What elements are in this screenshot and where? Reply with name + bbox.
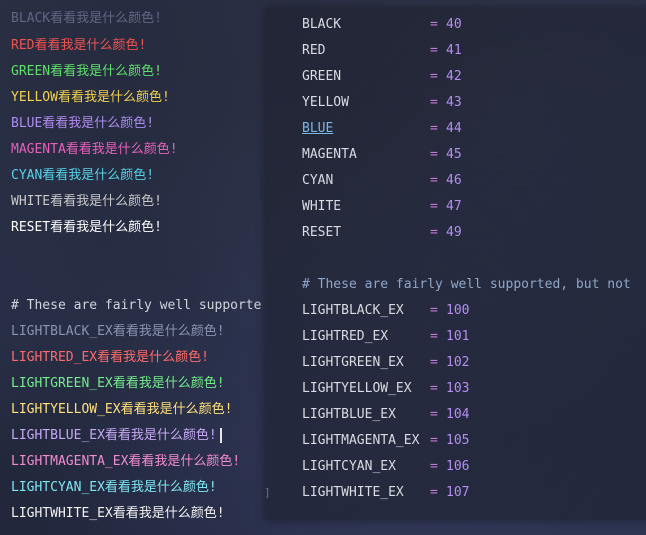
- const-value: 46: [446, 173, 462, 188]
- code-line-blue[interactable]: BLUE: [302, 121, 333, 137]
- code-line-lightyellow: LIGHTYELLOW_EX: [302, 381, 412, 397]
- const-value: 42: [446, 69, 462, 84]
- const-name: LIGHTMAGENTA_EX: [302, 433, 420, 448]
- const-name: LIGHTBLACK_EX: [302, 303, 404, 318]
- terminal-line-black: BLACK看看我是什么颜色!: [11, 11, 162, 26]
- const-name: MAGENTA: [302, 147, 357, 162]
- const-value: 101: [446, 329, 470, 344]
- code-line-lightcyan: LIGHTCYAN_EX: [302, 459, 396, 475]
- code-comment: # These are fairly well supported, but n…: [302, 277, 631, 292]
- const-name: LIGHTRED_EX: [302, 329, 389, 344]
- terminal-line-yellow: YELLOW看看我是什么颜色!: [11, 90, 170, 105]
- equals-sign: =: [430, 303, 438, 318]
- equals-sign: =: [430, 199, 438, 214]
- code-line-cyan: CYAN: [302, 173, 333, 189]
- terminal-line-lightblue-text: LIGHTBLUE_EX看看我是什么颜色!: [11, 428, 217, 443]
- code-line-lightred: LIGHTRED_EX: [302, 329, 388, 345]
- const-name: RESET: [302, 225, 342, 240]
- terminal-line-lightwhite: LIGHTWHITE_EX看看我是什么颜色!: [11, 506, 225, 521]
- const-name: LIGHTGREEN_EX: [302, 355, 404, 370]
- const-value: 105: [446, 433, 470, 448]
- terminal-line-lightmagenta: LIGHTMAGENTA_EX看看我是什么颜色!: [11, 454, 241, 469]
- const-name: LIGHTBLUE_EX: [302, 407, 396, 422]
- const-value: 107: [446, 485, 470, 500]
- const-value: 100: [446, 303, 470, 318]
- code-line-green: GREEN: [302, 69, 341, 85]
- terminal-line-lightblue: LIGHTBLUE_EX看看我是什么颜色!: [11, 428, 222, 444]
- terminal-comment: # These are fairly well supporte: [11, 298, 262, 313]
- code-line-red: RED: [302, 43, 325, 59]
- const-name: YELLOW: [302, 95, 349, 110]
- terminal-line-blue: BLUE看看我是什么颜色!: [11, 116, 155, 131]
- equals-sign: =: [430, 69, 438, 84]
- terminal-line-green: GREEN看看我是什么颜色!: [11, 64, 162, 79]
- equals-sign: =: [430, 407, 438, 422]
- const-value: 104: [446, 407, 470, 422]
- const-value: 103: [446, 381, 470, 396]
- const-name-link[interactable]: BLUE: [302, 121, 333, 136]
- terminal-line-reset: RESET看看我是什么颜色!: [11, 220, 162, 235]
- const-value: 43: [446, 95, 462, 110]
- code-line-lightblue: LIGHTBLUE_EX: [302, 407, 396, 423]
- terminal-line-magenta: MAGENTA看看我是什么颜色!: [11, 142, 178, 157]
- const-value: 102: [446, 355, 470, 370]
- code-line-black: BLACK: [302, 17, 341, 33]
- gutter-bracket-mark: ]: [264, 486, 271, 499]
- equals-sign: =: [430, 43, 438, 58]
- code-line-lightwhite: LIGHTWHITE_EX: [302, 485, 404, 501]
- code-line-lightmagenta: LIGHTMAGENTA_EX: [302, 433, 419, 449]
- const-name: WHITE: [302, 199, 342, 214]
- const-name: RED: [302, 43, 326, 58]
- code-line-yellow: YELLOW: [302, 95, 349, 111]
- const-name: CYAN: [302, 173, 334, 188]
- code-line-reset: RESET: [302, 225, 341, 241]
- terminal-line-lightblack: LIGHTBLACK_EX看看我是什么颜色!: [11, 324, 225, 339]
- equals-sign: =: [430, 381, 438, 396]
- terminal-output[interactable]: BLACK看看我是什么颜色! RED看看我是什么颜色! GREEN看看我是什么颜…: [0, 0, 270, 535]
- equals-sign: =: [430, 459, 438, 474]
- equals-sign: =: [430, 329, 438, 344]
- const-value: 49: [446, 225, 462, 240]
- equals-sign: =: [430, 225, 438, 240]
- text-cursor: [219, 428, 222, 443]
- code-line-white: WHITE: [302, 199, 341, 215]
- const-value: 106: [446, 459, 470, 474]
- equals-sign: =: [430, 485, 438, 500]
- code-line-magenta: MAGENTA: [302, 147, 357, 163]
- const-value: 44: [446, 121, 462, 136]
- const-value: 41: [446, 43, 462, 58]
- terminal-line-lightgreen: LIGHTGREEN_EX看看我是什么颜色!: [11, 376, 225, 391]
- equals-sign: =: [430, 95, 438, 110]
- equals-sign: =: [430, 121, 438, 136]
- equals-sign: =: [430, 17, 438, 32]
- terminal-line-cyan: CYAN看看我是什么颜色!: [11, 168, 155, 183]
- const-value: 45: [446, 147, 462, 162]
- equals-sign: =: [430, 147, 438, 162]
- code-line-lightgreen: LIGHTGREEN_EX: [302, 355, 404, 371]
- terminal-line-lightred: LIGHTRED_EX看看我是什么颜色!: [11, 350, 209, 365]
- const-value: 40: [446, 17, 462, 32]
- code-line-lightblack: LIGHTBLACK_EX: [302, 303, 404, 319]
- terminal-line-red: RED看看我是什么颜色!: [11, 38, 147, 53]
- terminal-line-lightcyan: LIGHTCYAN_EX看看我是什么颜色!: [11, 480, 217, 495]
- const-name: LIGHTWHITE_EX: [302, 485, 404, 500]
- const-name: GREEN: [302, 69, 342, 84]
- const-name: LIGHTCYAN_EX: [302, 459, 396, 474]
- equals-sign: =: [430, 355, 438, 370]
- const-value: 47: [446, 199, 462, 214]
- const-name: BLACK: [302, 17, 342, 32]
- terminal-line-white: WHITE看看我是什么颜色!: [11, 194, 162, 209]
- equals-sign: =: [430, 173, 438, 188]
- terminal-line-lightyellow: LIGHTYELLOW_EX看看我是什么颜色!: [11, 402, 233, 417]
- const-name: LIGHTYELLOW_EX: [302, 381, 412, 396]
- equals-sign: =: [430, 433, 438, 448]
